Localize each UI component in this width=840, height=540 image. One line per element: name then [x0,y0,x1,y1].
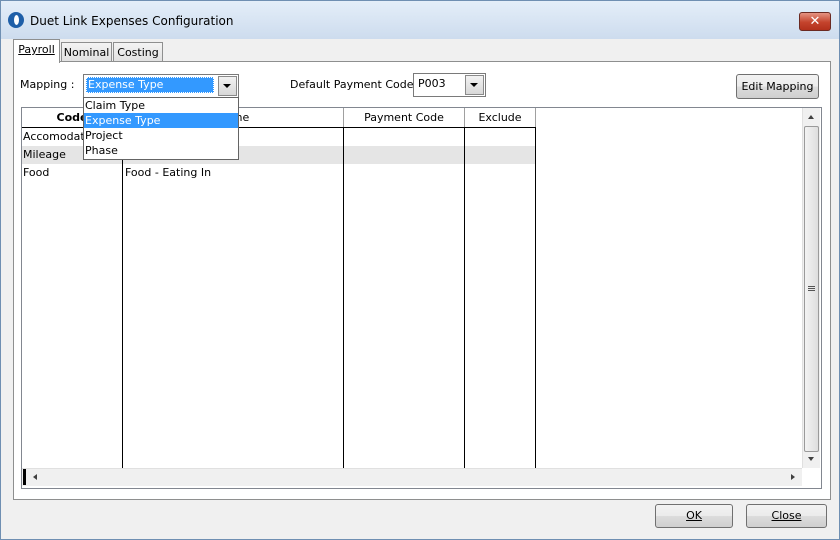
mapping-combobox[interactable]: Expense Type [83,74,239,98]
cell-code: Food [23,166,50,179]
mapping-dropdown-list[interactable]: Claim Type Expense Type Project Phase [83,97,239,160]
horizontal-scrollbar[interactable] [22,468,802,486]
chevron-down-icon[interactable] [218,76,237,96]
vertical-scrollbar[interactable] [802,108,820,468]
column-divider [464,127,465,468]
payment-code-combobox[interactable]: P003 [413,73,486,97]
scroll-right-icon[interactable] [791,474,795,480]
window-title: Duet Link Expenses Configuration [30,14,234,28]
table-row[interactable]: Food Food - Eating In [22,164,536,182]
tab-nominal[interactable]: Nominal [61,42,112,62]
dropdown-option-phase[interactable]: Phase [84,143,238,158]
chevron-down-icon[interactable] [465,75,484,95]
expenses-grid[interactable]: Code Name Payment Code Exclude Accomodat… [21,107,822,489]
column-divider [122,127,123,468]
close-button[interactable]: Close [746,504,827,528]
horizontal-scroll-thumb[interactable] [23,469,26,485]
scroll-up-icon[interactable] [808,115,814,119]
cell-name: Food - Eating In [125,166,212,179]
tab-payroll[interactable]: Payroll [13,39,60,63]
tab-payroll-label: Payroll [18,43,55,56]
vertical-scroll-thumb[interactable] [804,126,819,452]
tab-costing[interactable]: Costing [113,42,163,62]
close-window-button[interactable]: ✕ [799,12,831,31]
dialog-window: Duet Link Expenses Configuration ✕ Payro… [0,0,840,540]
grip-icon [808,286,815,287]
column-header-payment-code[interactable]: Payment Code [344,108,465,127]
ok-button-label: OK [686,509,702,522]
payment-code-value: P003 [418,77,446,90]
title-bar: Duet Link Expenses Configuration ✕ [1,1,839,39]
ok-button[interactable]: OK [655,504,733,528]
tab-costing-label: Costing [117,46,159,59]
app-logo-icon [8,12,24,28]
scroll-left-icon[interactable] [33,474,37,480]
column-header-exclude[interactable]: Exclude [465,108,536,127]
dropdown-option-project[interactable]: Project [84,128,238,143]
payment-code-label: Default Payment Code : [290,78,421,91]
close-button-label: Close [771,509,802,522]
column-divider [343,127,344,468]
dropdown-option-claim-type[interactable]: Claim Type [84,98,238,113]
scroll-down-icon[interactable] [808,457,814,461]
edit-mapping-button[interactable]: Edit Mapping [736,74,819,99]
tab-nominal-label: Nominal [63,46,110,59]
mapping-value: Expense Type [86,77,214,93]
column-divider [535,127,536,468]
mapping-label: Mapping : [20,78,75,91]
dropdown-option-expense-type[interactable]: Expense Type [84,113,238,128]
